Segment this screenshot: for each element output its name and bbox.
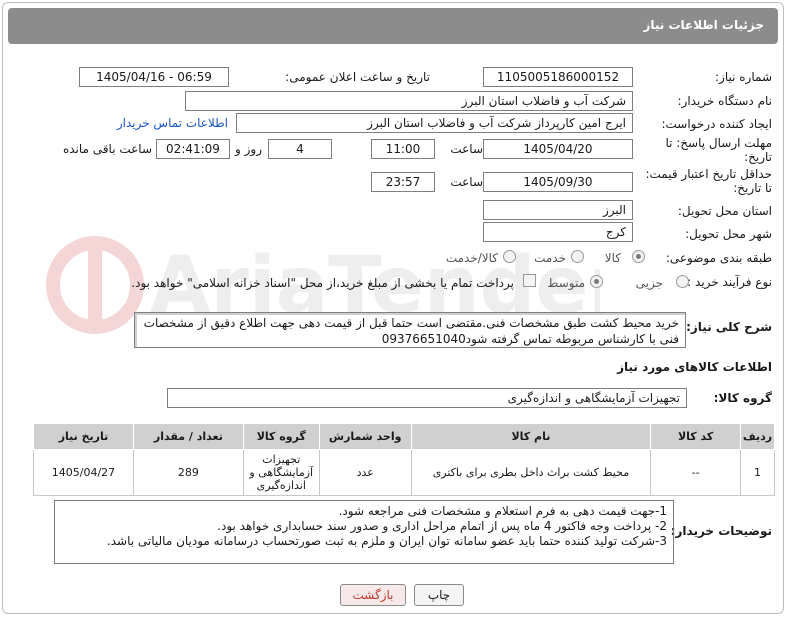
process-radio-medium[interactable] [590,275,603,288]
validity-time-label: ساعت [450,175,483,189]
panel-header: جزئیات اطلاعات نیاز [8,8,778,44]
category-option-both: کالا/خدمت [445,251,498,265]
validity-date-field: 1405/09/30 [483,172,633,192]
category-radio-both[interactable] [503,250,516,263]
goods-table: ردیف کد کالا نام کالا واحد شمارش گروه کا… [33,423,775,496]
back-button[interactable]: بازگشت [340,584,406,606]
category-label: طبقه بندی موضوعی: [665,251,772,265]
category-option-goods: کالا [604,251,621,265]
page-title: جزئیات اطلاعات نیاز [643,18,764,32]
cell-name: محیط کشت براث داخل بطری برای باکتری [410,449,652,496]
process-label: نوع فرآیند خرید : [687,275,772,289]
validity-time-field: 23:57 [371,172,435,192]
col-date: تاریخ نیاز [33,423,134,450]
city-label: شهر محل تحویل: [685,227,772,241]
payment-note: پرداخت تمام یا بخشی از مبلغ خرید،از محل … [131,276,514,290]
table-row: 1 -- محیط کشت براث داخل بطری برای باکتری… [33,449,775,496]
treasury-checkbox[interactable] [523,274,536,287]
col-code: کد کالا [650,423,742,450]
days-label: روز و [235,142,262,156]
process-radio-minor[interactable] [676,275,689,288]
deadline-label: مهلت ارسال پاسخ: تا [665,136,772,150]
deadline-time-label: ساعت [450,142,483,156]
col-row: ردیف [740,423,775,450]
deadline-label-2: تاریخ: [744,150,772,164]
buyer-notes-field: 1-جهت قیمت دهی به فرم استعلام و مشخصات ف… [54,500,674,564]
need-number-field: 1105005186000152 [483,67,633,87]
deadline-time-field: 11:00 [371,139,435,159]
category-radio-goods[interactable] [632,250,645,263]
buyer-org-field: شرکت آب و فاضلاب استان البرز [185,91,633,111]
col-qty: تعداد / مقدار [132,423,244,450]
buyer-notes-label: توضیحات خریدار: [670,524,772,538]
buyer-note-line: 2- پرداخت وجه فاکتور 4 ماه پس از اتمام م… [217,519,667,533]
col-unit: واحد شمارش [318,423,412,450]
buyer-note-line: 3-شرکت تولید کننده حتما باید عضو سامانه … [106,534,667,548]
validity-label: حداقل تاریخ اعتبار قیمت: [645,167,772,181]
buyer-note-line: 1-جهت قیمت دهی به فرم استعلام و مشخصات ف… [338,504,667,518]
goods-group-label: گروه کالا: [713,391,772,405]
province-field: البرز [483,200,633,220]
description-label: شرح کلی نیاز: [686,320,772,334]
days-field: 4 [268,139,332,159]
cell-unit: عدد [318,449,412,496]
city-field: کرج [483,222,633,242]
remaining-time-field: 02:41:09 [156,139,230,159]
contact-info-link[interactable]: اطلاعات تماس خریدار [117,116,228,130]
remaining-label: ساعت باقی مانده [62,142,152,156]
col-group: گروه کالا [242,423,320,450]
goods-group-field: تجهیزات آزمایشگاهی و اندازه‌گیری [167,388,687,408]
goods-table-header: ردیف کد کالا نام کالا واحد شمارش گروه کا… [33,423,775,450]
cell-code: -- [650,449,742,496]
category-radio-service[interactable] [571,250,584,263]
col-name: نام کالا [410,423,652,450]
cell-qty: 289 [132,449,244,496]
process-option-medium: متوسط [547,276,585,290]
validity-label-2: تا تاریخ: [733,181,772,195]
announce-label: تاریخ و ساعت اعلان عمومی: [285,70,430,84]
goods-section-title: اطلاعات کالاهای مورد نیاز [617,360,772,374]
process-option-minor: جزیی [635,276,663,290]
print-button[interactable]: چاپ [414,584,464,606]
requester-label: ایجاد کننده درخواست: [661,117,772,131]
cell-date: 1405/04/27 [33,449,134,496]
cell-row: 1 [740,449,775,496]
deadline-date-field: 1405/04/20 [483,139,633,159]
description-field: خرید محیط کشت طبق مشخصات فنی.مقتضی است ح… [134,312,686,348]
need-number-label: شماره نیاز: [715,70,772,84]
cell-group: تجهیزات آزمایشگاهی و اندازه‌گیری [242,449,320,496]
buyer-org-label: نام دستگاه خریدار: [677,94,773,108]
announce-field: 1405/04/16 - 06:59 [79,67,229,87]
requester-field: ایرج امین کارپرداز شرکت آب و فاضلاب استا… [236,113,633,133]
category-option-service: خدمت [534,251,566,265]
province-label: استان محل تحویل: [677,204,772,218]
